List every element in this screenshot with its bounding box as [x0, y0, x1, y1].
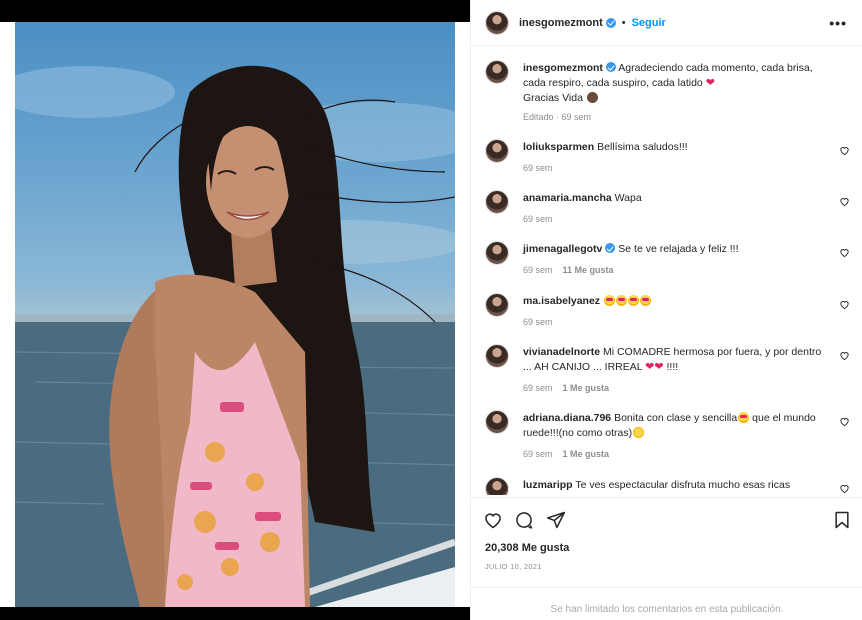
comment-meta: 69 sem — [523, 315, 833, 330]
commenter-avatar[interactable] — [485, 139, 509, 163]
comment-meta: 69 sem 11 Me gusta — [523, 263, 833, 278]
caption-text-line1: Agradeciendo cada momento, cada brisa, — [618, 62, 813, 74]
heart-eyes-emoji-icon — [627, 295, 639, 306]
caption-text-line2: cada respiro, cada suspiro, cada latido — [523, 77, 703, 89]
more-options-icon[interactable]: ••• — [829, 15, 847, 31]
comment-text: Te ves espectacular disfruta mucho esas … — [575, 479, 791, 491]
comment-body: ma.isabelyanez 69 sem — [523, 294, 833, 330]
verified-badge-icon — [605, 17, 616, 28]
post-side-panel: inesgomezmont • Seguir ••• inesgomezmont… — [470, 0, 862, 620]
comment-text: Se te ve relajada y feliz !!! — [618, 243, 739, 255]
comment-time[interactable]: 69 sem — [523, 449, 553, 459]
caption-meta: Editado · 69 sem — [523, 112, 592, 122]
comment-text-line2: ruede!!!(no como otras) — [523, 427, 633, 439]
likes-count[interactable]: 20,308 Me gusta — [485, 542, 569, 554]
photo-illustration — [15, 65, 455, 607]
commenter-avatar[interactable] — [485, 477, 509, 495]
media-bottom-bar — [0, 607, 470, 620]
media-top-bar — [0, 0, 470, 22]
comment-body: anamaria.mancha Wapa 69 sem — [523, 191, 833, 227]
comment-meta: 69 sem — [523, 161, 833, 176]
commenter-verified-icon — [605, 243, 616, 253]
like-comment-heart-icon[interactable] — [839, 299, 850, 310]
comment-body: luzmaripp Te ves espectacular disfruta m… — [523, 478, 833, 493]
commenter-username[interactable]: loliuksparmen — [523, 141, 594, 153]
like-comment-heart-icon[interactable] — [839, 483, 850, 494]
like-comment-heart-icon[interactable] — [839, 196, 850, 207]
comment-time[interactable]: 69 sem — [523, 163, 553, 173]
comment-text-end: !!!! — [666, 361, 679, 373]
separator-dot: • — [621, 16, 626, 29]
caption-username[interactable]: inesgomezmont — [523, 62, 603, 74]
commenter-avatar[interactable] — [485, 410, 509, 434]
heart-eyes-emoji-icon — [738, 412, 750, 423]
comment-time[interactable]: 69 sem — [523, 317, 553, 327]
like-comment-heart-icon[interactable] — [839, 247, 850, 258]
comments-list[interactable]: inesgomezmont Agradeciendo cada momento,… — [471, 47, 862, 495]
post-dialog: inesgomezmont • Seguir ••• inesgomezmont… — [0, 0, 862, 620]
commenter-avatar[interactable] — [485, 293, 509, 317]
follow-button[interactable]: Seguir — [632, 17, 666, 29]
comment-time[interactable]: 69 sem — [523, 265, 553, 275]
comment-text-line2: ... AH CANIJO ... IRREAL — [523, 361, 643, 373]
comment-meta: 69 sem 1 Me gusta — [523, 381, 833, 396]
comment-time[interactable]: 69 sem — [523, 383, 553, 393]
comment-likes[interactable]: 1 Me gusta — [563, 449, 610, 459]
like-comment-heart-icon[interactable] — [839, 350, 850, 361]
red-heart-emoji-icon: ❤ — [654, 361, 664, 373]
comment-time[interactable]: 69 sem — [523, 214, 553, 224]
comments-limited-notice: Se han limitado los comentarios en esta … — [471, 587, 862, 620]
author-avatar[interactable] — [485, 10, 509, 35]
comment-body: jimenagallegotv Se te ve relajada y feli… — [523, 242, 833, 278]
caption-verified-icon — [605, 62, 616, 72]
post-header: inesgomezmont • Seguir ••• — [471, 0, 862, 46]
comment-text-mid: que el mundo — [752, 412, 816, 424]
heart-eyes-emoji-icon — [615, 295, 627, 306]
astonished-emoji-icon — [633, 427, 645, 438]
commenter-avatar[interactable] — [485, 344, 509, 368]
comment-body: vivianadelnorte Mi COMADRE hermosa por f… — [523, 345, 833, 396]
save-bookmark-icon[interactable] — [832, 510, 852, 530]
caption-body: inesgomezmont Agradeciendo cada momento,… — [523, 61, 833, 125]
comment-text-line1: Mi COMADRE hermosa por fuera, y por dent… — [602, 346, 822, 358]
media-area — [0, 0, 470, 620]
post-actions: 20,308 Me gusta JULIO 10, 2021 — [471, 497, 862, 585]
post-date[interactable]: JULIO 10, 2021 — [485, 562, 542, 571]
caption-text-line3: Gracias Vida — [523, 92, 583, 104]
comment-body: loliuksparmen Bellísima saludos!!! 69 se… — [523, 140, 833, 176]
caption-time: 69 sem — [561, 112, 592, 122]
comment-body: adriana.diana.796 Bonita con clase y sen… — [523, 411, 833, 462]
red-heart-emoji-icon: ❤ — [645, 361, 655, 373]
share-paper-plane-icon[interactable] — [546, 510, 566, 530]
comment-meta: 69 sem 1 Me gusta — [523, 447, 833, 462]
red-heart-emoji-icon: ❤ — [705, 77, 715, 89]
comment-text: Wapa — [614, 192, 642, 204]
commenter-avatar[interactable] — [485, 190, 509, 214]
comment-bubble-icon[interactable] — [514, 510, 534, 530]
commenter-username[interactable]: jimenagallegotv — [523, 243, 602, 255]
heart-eyes-emoji-icon — [603, 295, 615, 306]
post-photo[interactable] — [15, 22, 455, 607]
caption-edited: Editado — [523, 112, 554, 122]
commenter-username[interactable]: vivianadelnorte — [523, 346, 600, 358]
like-comment-heart-icon[interactable] — [839, 416, 850, 427]
media-left-margin — [0, 22, 15, 607]
heart-eyes-emoji-icon — [639, 295, 651, 306]
comment-text: Bellísima saludos!!! — [597, 141, 688, 153]
comment-text-line1: Bonita con clase y sencilla — [614, 412, 738, 424]
media-right-margin — [455, 22, 470, 607]
commenter-username[interactable]: luzmaripp — [523, 479, 573, 491]
comment-likes[interactable]: 1 Me gusta — [563, 383, 610, 393]
commenter-username[interactable]: ma.isabelyanez — [523, 295, 600, 307]
comment-meta: 69 sem — [523, 212, 833, 227]
like-heart-icon[interactable] — [483, 510, 503, 530]
praying-hands-emoji-icon — [586, 92, 598, 103]
author-username[interactable]: inesgomezmont — [519, 17, 603, 29]
caption-avatar[interactable] — [485, 60, 509, 84]
commenter-avatar[interactable] — [485, 241, 509, 265]
comment-likes[interactable]: 11 Me gusta — [563, 265, 614, 275]
commenter-username[interactable]: adriana.diana.796 — [523, 412, 611, 424]
commenter-username[interactable]: anamaria.mancha — [523, 192, 612, 204]
like-comment-heart-icon[interactable] — [839, 145, 850, 156]
